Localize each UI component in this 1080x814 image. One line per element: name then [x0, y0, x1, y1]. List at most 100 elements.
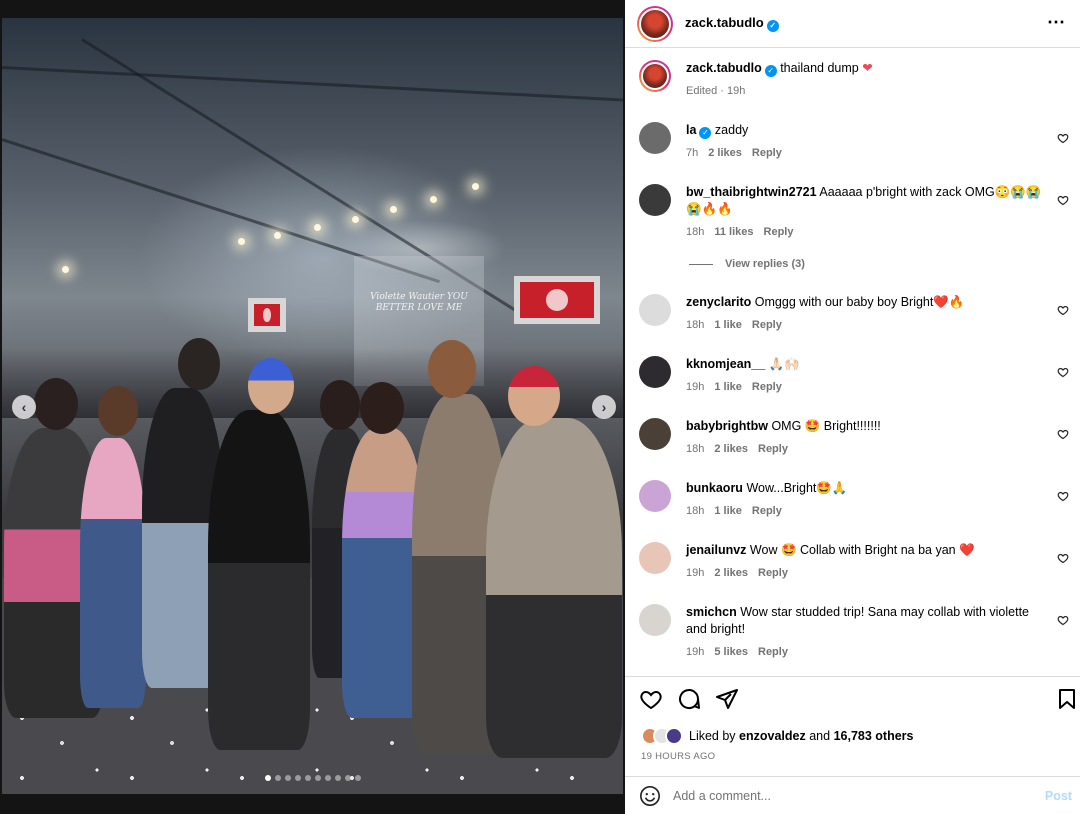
commenter-username[interactable]: bunkaoru	[686, 481, 743, 495]
commenter-avatar[interactable]	[639, 294, 671, 326]
commenter-avatar[interactable]	[639, 480, 671, 512]
reply-button[interactable]: Reply	[752, 319, 782, 331]
carousel-dot	[294, 775, 301, 781]
comment-like-heart-icon[interactable]	[1057, 552, 1069, 564]
comment-time[interactable]: 19h	[686, 567, 704, 579]
save-bookmark-icon[interactable]	[1055, 687, 1079, 711]
commenter-avatar[interactable]	[639, 604, 671, 636]
share-icon[interactable]	[715, 687, 739, 711]
commenter-username[interactable]: babybrightbw	[686, 419, 768, 433]
comment-time[interactable]: 18h	[686, 443, 704, 455]
comment-text: Wow star studded trip! Sana may collab w…	[686, 605, 1029, 636]
stage-light	[238, 238, 245, 245]
stage-screen	[248, 298, 286, 332]
commenter-avatar[interactable]	[639, 542, 671, 574]
verified-badge-icon: ✓	[766, 20, 779, 32]
carousel-dot	[274, 775, 281, 781]
carousel-dot	[264, 775, 271, 781]
caption-text: thailand dump	[780, 61, 859, 75]
comment-likes[interactable]: 1 like	[714, 505, 742, 517]
caption-edited-time: Edited · 19h	[686, 85, 746, 97]
stage-light	[430, 196, 437, 203]
comment-time[interactable]: 18h	[686, 505, 704, 517]
comment-likes[interactable]: 11 likes	[714, 226, 753, 238]
person-head	[360, 382, 404, 434]
comment-text: zaddy	[714, 123, 749, 137]
carousel-next-button[interactable]: ›	[592, 395, 616, 419]
author-avatar[interactable]	[637, 5, 673, 42]
commenter-username[interactable]: la	[686, 123, 696, 137]
commenter-avatar[interactable]	[639, 184, 671, 216]
comment-like-heart-icon[interactable]	[1057, 304, 1069, 316]
carousel-dot	[334, 775, 341, 781]
reply-button[interactable]: Reply	[758, 646, 788, 658]
commenter-avatar[interactable]	[639, 122, 671, 154]
comment-time[interactable]: 7h	[686, 147, 698, 159]
carousel-dot	[344, 775, 351, 781]
comments-list[interactable]: zack.tabudlo ✓ thailand dump ❤ Edited · 1…	[625, 48, 1080, 674]
person-head	[178, 338, 220, 390]
stage-light	[472, 183, 479, 190]
liked-by-prefix: Liked by	[689, 729, 736, 743]
commenter-avatar[interactable]	[639, 356, 671, 388]
comment-icon[interactable]	[677, 687, 701, 711]
carousel-dot	[324, 775, 331, 781]
ceiling-truss	[2, 66, 623, 103]
person-head	[320, 380, 360, 430]
carousel-dot	[314, 775, 321, 781]
comment-time[interactable]: 18h	[686, 226, 704, 238]
comment-like-heart-icon[interactable]	[1057, 428, 1069, 440]
emoji-icon[interactable]	[639, 785, 661, 807]
carousel-dot	[354, 775, 361, 781]
post-photo[interactable]: Violette Wautier YOU BETTER LOVE ME	[2, 18, 623, 794]
post-header: zack.tabudlo ✓ ⋯	[625, 0, 1080, 48]
comment-time[interactable]: 18h	[686, 319, 704, 331]
commenter-avatar[interactable]	[639, 418, 671, 450]
comment-likes[interactable]: 2 likes	[714, 567, 748, 579]
likes-count[interactable]: 16,783 others	[834, 729, 914, 743]
comment-time[interactable]: 19h	[686, 646, 704, 658]
reply-button[interactable]: Reply	[758, 443, 788, 455]
person-head	[98, 386, 138, 436]
comment-like-heart-icon[interactable]	[1057, 490, 1069, 502]
reply-button[interactable]: Reply	[752, 505, 782, 517]
reply-button[interactable]: Reply	[764, 226, 794, 238]
liked-by-user[interactable]: enzovaldez	[739, 729, 806, 743]
reply-button[interactable]: Reply	[758, 567, 788, 579]
comment-likes[interactable]: 2 likes	[714, 443, 748, 455]
caption-author-avatar[interactable]	[639, 60, 671, 92]
commenter-username[interactable]: kknomjean__	[686, 357, 765, 371]
comment-like-heart-icon[interactable]	[1057, 614, 1069, 626]
like-heart-icon[interactable]	[639, 687, 663, 711]
commenter-username[interactable]: smichcn	[686, 605, 737, 619]
commenter-username[interactable]: bw_thaibrightwin2721	[686, 185, 817, 199]
comment-likes[interactable]: 1 like	[714, 319, 742, 331]
caption-username[interactable]: zack.tabudlo	[686, 61, 762, 75]
post-time[interactable]: 19 HOURS AGO	[641, 751, 715, 762]
post-media: Violette Wautier YOU BETTER LOVE ME ‹ ›	[0, 0, 625, 814]
comment-like-heart-icon[interactable]	[1057, 366, 1069, 378]
comment-text: OMG 🤩 Bright!!!!!!!	[771, 419, 881, 433]
heart-emoji: ❤	[862, 61, 873, 75]
comment-text: 🙏🏻🙌🏻	[768, 357, 800, 371]
post-actions: Liked by enzovaldez and 16,783 others 19…	[625, 676, 1080, 776]
reply-button[interactable]: Reply	[752, 381, 782, 393]
view-replies-button[interactable]: View replies (3)	[689, 258, 805, 270]
carousel-prev-button[interactable]: ‹	[12, 395, 36, 419]
author-username[interactable]: zack.tabudlo ✓	[685, 15, 779, 32]
reply-button[interactable]: Reply	[752, 147, 782, 159]
comment-time[interactable]: 19h	[686, 381, 704, 393]
more-options-icon[interactable]: ⋯	[1047, 12, 1066, 33]
stage-light	[62, 266, 69, 273]
comment-likes[interactable]: 2 likes	[708, 147, 742, 159]
post-comment-button[interactable]: Post	[1045, 789, 1072, 803]
comment-like-heart-icon[interactable]	[1057, 194, 1069, 206]
comment-likes[interactable]: 1 like	[714, 381, 742, 393]
person-head	[248, 358, 294, 414]
commenter-username[interactable]: jenailunvz	[686, 543, 746, 557]
post-side-panel: zack.tabudlo ✓ ⋯ zack.tabudlo ✓ thailand d…	[625, 0, 1080, 814]
comment-likes[interactable]: 5 likes	[714, 646, 748, 658]
comment-input[interactable]	[673, 788, 1013, 803]
comment-like-heart-icon[interactable]	[1057, 132, 1069, 144]
commenter-username[interactable]: zenyclarito	[686, 295, 751, 309]
